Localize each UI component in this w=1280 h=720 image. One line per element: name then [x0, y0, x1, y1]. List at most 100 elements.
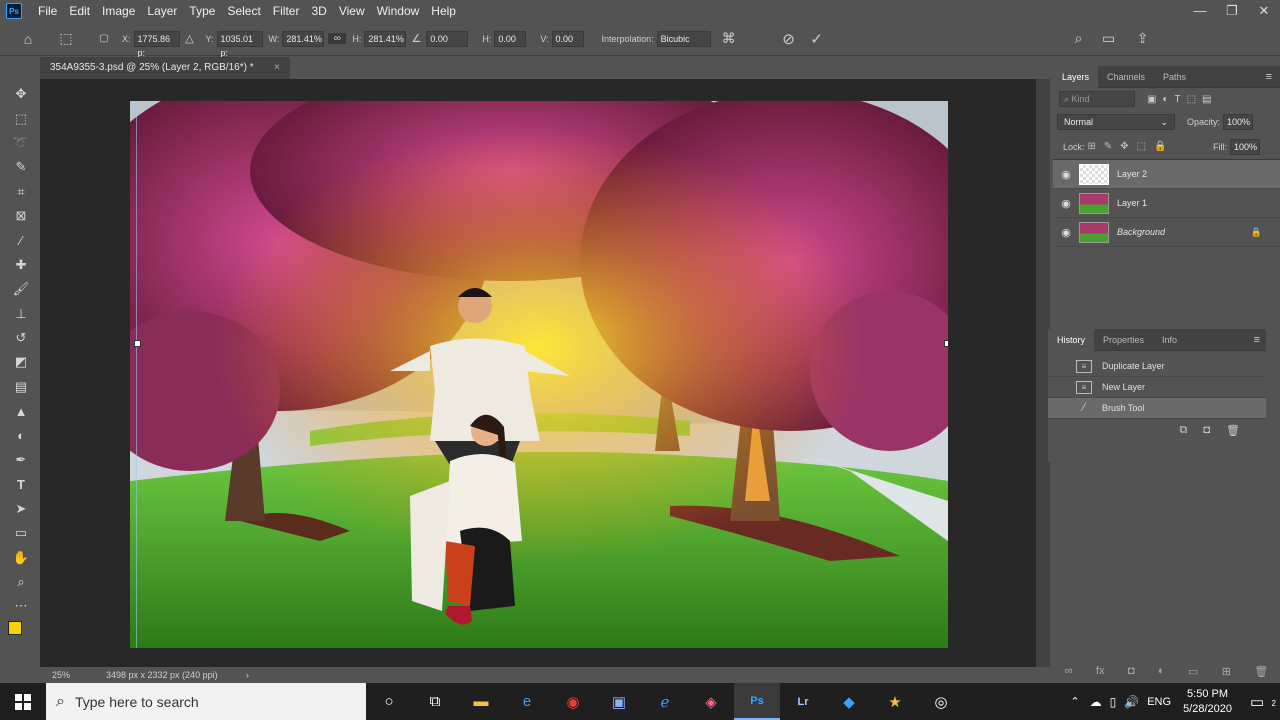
share-icon[interactable]: ⇪: [1131, 30, 1155, 47]
chrome-icon[interactable]: ◉: [550, 683, 596, 720]
photoshop-taskbar-icon[interactable]: Ps: [734, 683, 780, 720]
volume-icon[interactable]: 🔊: [1124, 695, 1139, 709]
pen-tool-icon[interactable]: ✒: [6, 448, 36, 472]
status-expand-icon[interactable]: ›: [246, 667, 249, 683]
onedrive-icon[interactable]: ☁: [1090, 695, 1102, 709]
filter-type-icons[interactable]: ▣◐T⬚▤: [1147, 94, 1218, 105]
task-view-icon[interactable]: ⧉: [412, 683, 458, 720]
brush-tool-icon[interactable]: 🖌: [6, 277, 36, 301]
trash-icon[interactable]: 🗑: [1226, 424, 1240, 437]
relative-position-icon[interactable]: △: [180, 32, 200, 45]
dodge-tool-icon[interactable]: ◐: [6, 423, 36, 447]
language-indicator[interactable]: ENG: [1147, 696, 1171, 708]
eyedropper-tool-icon[interactable]: ⁄: [6, 228, 36, 252]
document-tab[interactable]: 354A9355-3.psd @ 25% (Layer 2, RGB/16*) …: [40, 57, 290, 79]
new-group-icon[interactable]: ▭: [1188, 665, 1198, 678]
menu-type[interactable]: Type: [183, 0, 221, 22]
lightroom-icon[interactable]: Lr: [780, 683, 826, 720]
menu-filter[interactable]: Filter: [267, 0, 306, 22]
crop-tool-icon[interactable]: ⌗: [6, 180, 36, 204]
zoom-level[interactable]: 25%: [52, 667, 70, 683]
transform-handle-left[interactable]: [134, 340, 141, 347]
new-layer-icon[interactable]: ⊞: [1222, 665, 1231, 678]
layer-filter-input[interactable]: ⌕ Kind: [1059, 91, 1135, 107]
start-button[interactable]: [0, 683, 46, 720]
menu-layer[interactable]: Layer: [141, 0, 183, 22]
history-item-new-layer[interactable]: ≡ New Layer: [1048, 377, 1266, 398]
visibility-eye-icon[interactable]: ◉: [1053, 197, 1079, 210]
foreground-color-swatch[interactable]: [8, 620, 22, 635]
width-field[interactable]: 281.41%: [282, 30, 325, 47]
reference-point-icon[interactable]: ▢: [92, 33, 116, 44]
interpolation-select[interactable]: Bicubic: [656, 30, 711, 47]
layer-row-background[interactable]: ◉ Background 🔒: [1053, 218, 1280, 247]
menu-image[interactable]: Image: [96, 0, 141, 22]
app-icon[interactable]: ◎: [918, 683, 964, 720]
blur-tool-icon[interactable]: ▲: [6, 399, 36, 423]
healing-brush-tool-icon[interactable]: ✚: [6, 253, 36, 277]
path-selection-tool-icon[interactable]: ➤: [6, 497, 36, 521]
tab-layers[interactable]: Layers: [1053, 65, 1099, 88]
app-icon[interactable]: ▣: [596, 683, 642, 720]
tab-paths[interactable]: Paths: [1154, 66, 1195, 88]
adjustment-layer-icon[interactable]: ◐: [1158, 665, 1165, 677]
history-item-duplicate-layer[interactable]: ≡ Duplicate Layer: [1048, 356, 1266, 377]
marquee-tool-icon[interactable]: ⬚: [6, 106, 36, 130]
home-icon[interactable]: ⌂: [16, 31, 40, 47]
new-document-from-state-icon[interactable]: ⧉: [1180, 424, 1188, 437]
blend-mode-select[interactable]: Normal ⌄: [1057, 114, 1175, 130]
document-canvas-image[interactable]: [130, 101, 948, 648]
eraser-tool-icon[interactable]: ◩: [6, 350, 36, 374]
type-tool-icon[interactable]: T: [6, 472, 36, 496]
tab-properties[interactable]: Properties: [1094, 329, 1153, 351]
close-icon[interactable]: ✕: [1248, 0, 1280, 22]
fx-icon[interactable]: fx: [1096, 665, 1105, 677]
hand-tool-icon[interactable]: ✋: [6, 545, 36, 569]
gradient-tool-icon[interactable]: ▤: [6, 375, 36, 399]
tab-info[interactable]: Info: [1153, 329, 1186, 351]
panel-menu-icon[interactable]: ≡: [1254, 334, 1260, 346]
app-icon[interactable]: ◈: [688, 683, 734, 720]
tray-overflow-icon[interactable]: ⌃: [1070, 695, 1079, 708]
lock-icon[interactable]: 🔒: [1251, 227, 1262, 238]
fill-field[interactable]: 100%: [1230, 138, 1260, 155]
menu-select[interactable]: Select: [221, 0, 266, 22]
trash-icon[interactable]: 🗑: [1254, 665, 1268, 678]
x-position-field[interactable]: 1775.86 p:: [133, 30, 180, 58]
tab-channels[interactable]: Channels: [1098, 66, 1154, 88]
visibility-eye-icon[interactable]: ◉: [1053, 226, 1079, 239]
cortana-icon[interactable]: ○: [366, 683, 412, 720]
height-field[interactable]: 281.41%: [364, 30, 407, 47]
menu-window[interactable]: Window: [371, 0, 426, 22]
rectangle-tool-icon[interactable]: ▭: [6, 521, 36, 545]
more-tools-icon[interactable]: ⋯: [6, 594, 36, 618]
search-icon[interactable]: ⌕: [1067, 30, 1091, 47]
close-document-icon[interactable]: ×: [274, 57, 280, 79]
panel-menu-icon[interactable]: ≡: [1266, 71, 1272, 83]
lock-icons[interactable]: ⊞✎✥⬚🔒: [1088, 141, 1175, 152]
minimize-icon[interactable]: —: [1184, 0, 1216, 22]
y-position-field[interactable]: 1035.01 p:: [216, 30, 263, 58]
history-brush-tool-icon[interactable]: ↺: [6, 326, 36, 350]
menu-view[interactable]: View: [333, 0, 371, 22]
notifications-icon[interactable]: ▭ 2: [1250, 693, 1280, 711]
menu-3d[interactable]: 3D: [305, 0, 332, 22]
menu-edit[interactable]: Edit: [63, 0, 96, 22]
taskbar-search-box[interactable]: ⌕ Type here to search: [46, 683, 366, 720]
tab-history[interactable]: History: [1048, 328, 1095, 351]
add-mask-icon[interactable]: ◘: [1128, 665, 1135, 677]
menu-file[interactable]: File: [32, 0, 63, 22]
link-layers-icon[interactable]: ∞: [1065, 665, 1073, 677]
layer-row-layer-1[interactable]: ◉ Layer 1: [1053, 189, 1280, 218]
transform-handle-right[interactable]: [944, 340, 948, 347]
h-skew-field[interactable]: 0.00: [494, 30, 527, 47]
move-tool-icon[interactable]: ✥: [6, 82, 36, 106]
warp-icon[interactable]: ⌘: [717, 30, 741, 47]
internet-explorer-icon[interactable]: ℯ: [642, 683, 688, 720]
network-icon[interactable]: ▯: [1110, 695, 1117, 709]
edge-icon[interactable]: e: [504, 683, 550, 720]
app-icon[interactable]: ★: [872, 683, 918, 720]
cancel-transform-icon[interactable]: ⊘: [777, 30, 801, 48]
clock[interactable]: 5:50 PM 5/28/2020: [1183, 687, 1232, 717]
workspace-icon[interactable]: ▭: [1097, 30, 1121, 47]
